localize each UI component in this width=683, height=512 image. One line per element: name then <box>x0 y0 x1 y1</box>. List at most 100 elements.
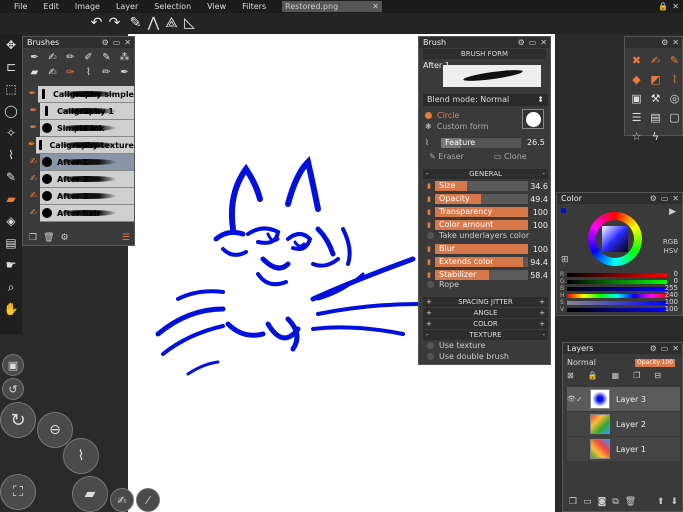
close-window-icon[interactable]: ✕ <box>672 2 679 11</box>
slider-size[interactable]: ▮ Size 34.6 <box>423 181 548 191</box>
menu-file[interactable]: File <box>0 0 35 13</box>
smudge-icon[interactable]: ☛ <box>0 254 22 276</box>
texture-section[interactable]: - TEXTURE - <box>423 330 548 340</box>
close-icon[interactable]: ✕ <box>672 193 679 204</box>
close-icon[interactable]: ✕ <box>672 343 679 354</box>
eyedropper-icon[interactable]: ⌇ <box>0 144 22 166</box>
brush-icon[interactable]: ✎ <box>0 166 22 188</box>
play-icon[interactable]: ▶ <box>669 207 676 217</box>
slider-blur[interactable]: ▮ Blur 100 <box>423 244 548 254</box>
tools-icon[interactable]: ✖ <box>628 52 645 69</box>
menu-image[interactable]: Image <box>67 0 108 13</box>
crop-icon[interactable]: ⊏ <box>0 56 22 78</box>
brush-item[interactable]: ✍ After 2 <box>27 170 134 188</box>
undo-icon[interactable]: ↶ <box>88 15 105 32</box>
lock-icon[interactable]: 🔒 <box>658 2 668 11</box>
layers-icon[interactable]: ◆ <box>628 71 645 88</box>
spacing-jitter-section[interactable]: + SPACING JITTER + <box>423 297 548 307</box>
minimize-icon[interactable]: ▭ <box>113 37 121 48</box>
layer-row[interactable]: 👁 ✓ Layer 3 <box>567 387 680 411</box>
brush-item[interactable]: ✍ After hair <box>27 204 134 222</box>
channel-slider[interactable] <box>567 273 667 277</box>
move-up-icon[interactable]: ⬆ <box>657 497 665 509</box>
channel-slider[interactable] <box>567 301 667 305</box>
channel-slider[interactable] <box>567 294 667 298</box>
gear-icon[interactable]: ⚙ <box>61 233 69 243</box>
menu-layer[interactable]: Layer <box>108 0 146 13</box>
magic-wand-icon[interactable]: ✧ <box>0 122 22 144</box>
pipette-icon[interactable]: ⌇ <box>666 71 683 88</box>
feature-slider[interactable]: ⌇ Feature 26.5 <box>423 137 548 148</box>
star-icon[interactable]: ☆ <box>628 128 645 145</box>
brush-item[interactable]: ✍ After 3 <box>27 187 134 205</box>
paint-icon[interactable]: ✎ <box>98 51 115 65</box>
crop-icon[interactable]: ⊞ <box>561 255 569 265</box>
fill-icon[interactable]: ◈ <box>0 210 22 232</box>
list-view-icon[interactable]: ☰ <box>122 233 130 243</box>
brush-tool-icon[interactable]: ✎ <box>127 15 144 32</box>
brush-shape-swatch[interactable] <box>522 109 544 129</box>
dropper-icon[interactable]: ⌇ <box>80 66 97 80</box>
palette-icon[interactable]: ◎ <box>666 90 683 107</box>
slider-color-amount[interactable]: ▮ Color amount 100 <box>423 220 548 230</box>
form-custom-option[interactable]: ✱ Custom form <box>425 121 489 132</box>
brush-item[interactable]: ✒ Caligraphy texture <box>27 136 134 154</box>
knife-icon[interactable]: ✑ <box>62 66 79 80</box>
delete-icon[interactable]: 🗑 <box>43 233 54 243</box>
eye-icon[interactable]: 👁 <box>567 395 576 403</box>
list-icon[interactable]: ☰ <box>628 109 645 126</box>
brush-item[interactable]: ✒ Caligraphy 1 <box>27 102 134 120</box>
pen-icon[interactable]: ✒ <box>26 51 43 65</box>
slider-track[interactable]: Opacity <box>435 194 528 204</box>
brush-item[interactable]: ✒ Caligraphy simple <box>27 85 134 103</box>
primary-color-swatch[interactable] <box>561 208 566 213</box>
layers-panel-header[interactable]: Layers ⚙ ▭ ✕ <box>563 343 682 354</box>
redo-icon[interactable]: ↷ <box>106 15 123 32</box>
hand-icon[interactable]: ✋ <box>0 298 22 320</box>
delete-icon[interactable]: 🗑 <box>625 497 636 509</box>
close-icon[interactable]: ✕ <box>672 37 679 48</box>
airbrush-icon[interactable]: ✏ <box>62 51 79 65</box>
brush-item[interactable]: ✒ Simple ink <box>27 119 134 137</box>
color-section[interactable]: + COLOR + <box>423 319 548 329</box>
ruler-icon[interactable]: ◺ <box>181 15 198 32</box>
rect-select-icon[interactable]: ⬚ <box>0 78 22 100</box>
layer-blend-select[interactable]: Normal <box>567 358 627 367</box>
frame-button[interactable]: ▣ <box>2 354 24 376</box>
close-icon[interactable]: ✕ <box>540 37 547 48</box>
mode-hsv[interactable]: HSV <box>663 247 679 256</box>
smudge-button[interactable]: ⁄ <box>136 488 160 512</box>
slider-extends-color[interactable]: ▮ Extends color 94.4 <box>423 257 548 267</box>
gear-icon[interactable]: ⚙ <box>661 37 668 48</box>
stamp-icon[interactable]: ◩ <box>647 71 664 88</box>
gear-icon[interactable]: ⚙ <box>102 37 109 48</box>
menu-edit[interactable]: Edit <box>35 0 67 13</box>
form-circle-option[interactable]: Circle <box>425 110 459 121</box>
folder-icon[interactable]: ▭ <box>583 497 592 509</box>
document-tab[interactable]: Restored.png ✕ <box>282 1 382 12</box>
slider-track[interactable]: Size <box>435 181 528 191</box>
color-panel-header[interactable]: Color ⚙ ▭ ✕ <box>557 193 682 204</box>
symmetry-icon[interactable]: ⋀ <box>145 15 162 32</box>
channel-slider[interactable] <box>567 308 667 312</box>
slider-track[interactable]: Extends color <box>435 257 528 267</box>
slider-transparency[interactable]: ▮ Transparency 100 <box>423 207 548 217</box>
fit-screen-button[interactable]: ⛶ <box>0 474 36 510</box>
brushes-panel-header[interactable]: Brushes ⚙ ▭ ✕ <box>23 37 134 48</box>
color-wheel[interactable] <box>588 212 642 266</box>
duplicate-icon[interactable]: ❐ <box>633 371 640 380</box>
channel-slider[interactable] <box>567 280 667 284</box>
clone-toggle[interactable]: ▭ Clone <box>494 152 527 161</box>
ink-icon[interactable]: ✒ <box>116 66 133 80</box>
brush-item[interactable]: ✍ After 1 <box>27 153 134 171</box>
check-icon[interactable]: ✓ <box>576 395 586 404</box>
slider-track[interactable]: Color amount <box>435 220 528 230</box>
brush-tool-icon[interactable]: ✍ <box>647 52 664 69</box>
rope-option[interactable]: Rope <box>427 280 459 289</box>
eraser-toggle[interactable]: ✎ Eraser <box>429 152 464 161</box>
spray-icon[interactable]: ⁂ <box>116 51 133 65</box>
angle-section[interactable]: + ANGLE + <box>423 308 548 318</box>
close-icon[interactable]: ✕ <box>372 1 379 12</box>
brush-button[interactable]: ✍ <box>110 488 134 512</box>
gear-icon[interactable]: ⚙ <box>650 193 657 204</box>
